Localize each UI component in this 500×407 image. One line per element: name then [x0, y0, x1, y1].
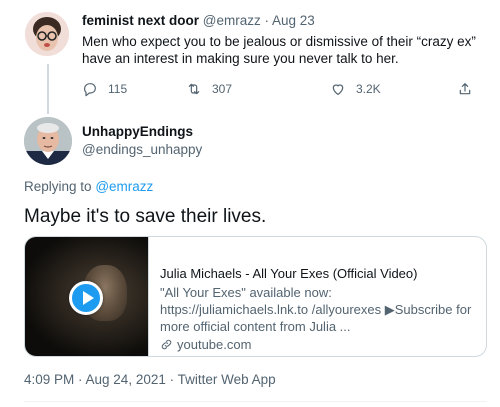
card-description: "All Your Exes" available now: https://j… [160, 285, 472, 334]
card-domain: youtube.com [177, 337, 252, 352]
divider [24, 401, 487, 402]
like-icon [332, 84, 344, 95]
reply-display-name[interactable]: UnhappyEndings [82, 124, 193, 140]
parent-handle[interactable]: @emrazz [203, 13, 261, 28]
parent-display-name[interactable]: feminist next door [82, 13, 199, 28]
reply-tweet-text: Maybe it's to save their lives. [24, 206, 267, 227]
share-button[interactable] [457, 80, 473, 98]
header-separator: · [264, 13, 270, 28]
card-domain-row: youtube.com [160, 336, 480, 353]
replying-to-label: Replying to [24, 179, 92, 194]
reply-count: 115 [108, 82, 128, 96]
parent-tweet-text: Men who expect you to be jealous or dism… [82, 34, 476, 66]
reply-button[interactable]: 115 [82, 80, 127, 98]
video-thumbnail[interactable] [25, 237, 149, 356]
parent-action-bar: 115 307 3.2K [82, 80, 482, 98]
reply-handle[interactable]: @endings_unhappy [82, 142, 202, 158]
play-icon[interactable] [69, 281, 103, 315]
retweet-count: 307 [212, 82, 233, 96]
parent-avatar[interactable] [25, 12, 69, 56]
retweet-icon [188, 83, 200, 95]
tweet-timestamp[interactable]: 4:09 PM · Aug 24, 2021 · Twitter Web App [24, 372, 276, 388]
like-count: 3.2K [356, 82, 381, 96]
card-body: Julia Michaels - All Your Exes (Official… [160, 265, 480, 353]
share-icon [459, 83, 471, 95]
thread-connector-line [47, 64, 49, 114]
parent-tweet[interactable]: feminist next door @emrazz · Aug 23 Men … [0, 0, 500, 112]
retweet-button[interactable]: 307 [186, 80, 232, 98]
parent-header: feminist next door @emrazz · Aug 23 [82, 13, 315, 29]
replying-to-handle-link[interactable]: @emrazz [95, 179, 153, 194]
parent-date[interactable]: Aug 23 [272, 13, 315, 28]
link-preview-card[interactable]: Julia Michaels - All Your Exes (Official… [24, 236, 487, 357]
reply-icon [84, 83, 96, 97]
card-title: Julia Michaels - All Your Exes (Official… [160, 266, 418, 281]
like-button[interactable]: 3.2K [330, 80, 381, 98]
reply-avatar[interactable] [24, 117, 72, 165]
replying-to: Replying to @emrazz [24, 179, 153, 195]
link-icon [161, 339, 172, 350]
